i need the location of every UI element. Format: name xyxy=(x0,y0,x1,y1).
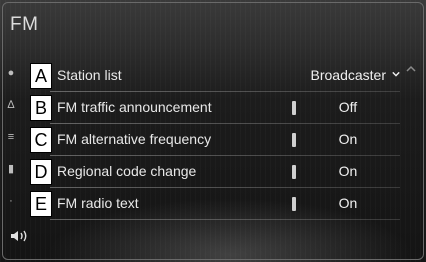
toggle-indicator xyxy=(292,133,296,147)
toggle-indicator xyxy=(292,101,296,115)
callout-letter: E xyxy=(30,191,52,217)
callout-letter: D xyxy=(30,159,52,185)
toggle-value[interactable]: Off xyxy=(300,99,396,115)
row-divider xyxy=(50,155,400,156)
dropdown-value: Broadcaster xyxy=(310,67,386,83)
setting-row-fm-radio-text[interactable]: E FM radio text On xyxy=(30,191,400,220)
setting-label: FM traffic announcement xyxy=(57,99,212,115)
toggle-value[interactable]: On xyxy=(300,163,396,179)
setting-row-regional-code-change[interactable]: D Regional code change On xyxy=(30,159,400,188)
callout-letter: A xyxy=(30,63,52,89)
chevron-down-icon xyxy=(392,71,400,77)
page-title: FM xyxy=(10,14,39,35)
left-edge-list-icon: ≡ xyxy=(7,131,15,143)
setting-row-fm-alternative-frequency[interactable]: C FM alternative frequency On xyxy=(30,127,400,156)
row-divider xyxy=(50,219,400,220)
toggle-indicator xyxy=(292,165,296,179)
station-list-dropdown[interactable]: Broadcaster xyxy=(300,67,400,83)
left-edge-media-icon: ▮ xyxy=(7,163,15,175)
setting-label: Regional code change xyxy=(57,163,197,179)
row-divider xyxy=(50,187,400,188)
row-divider xyxy=(50,123,400,124)
row-divider xyxy=(50,91,400,92)
left-edge-disc-icon: ● xyxy=(7,67,15,79)
fm-settings-screen: FM ● ∆ ≡ ▮ · A Station list Broadcaster … xyxy=(0,0,426,262)
setting-label: FM alternative frequency xyxy=(57,131,212,147)
callout-letter: C xyxy=(30,127,52,153)
setting-label: Station list xyxy=(57,67,122,83)
left-edge-antenna-icon: ∆ xyxy=(7,99,15,111)
setting-row-fm-traffic-announcement[interactable]: B FM traffic announcement Off xyxy=(30,95,400,124)
setting-row-station-list[interactable]: A Station list Broadcaster xyxy=(30,63,400,92)
toggle-value[interactable]: On xyxy=(300,131,396,147)
scroll-up-icon[interactable] xyxy=(406,64,416,74)
setting-label: FM radio text xyxy=(57,195,139,211)
callout-letter: B xyxy=(30,95,52,121)
toggle-indicator xyxy=(292,197,296,211)
speaker-icon[interactable] xyxy=(10,229,34,243)
left-edge-dot-icon: · xyxy=(9,195,13,207)
toggle-value[interactable]: On xyxy=(300,195,396,211)
